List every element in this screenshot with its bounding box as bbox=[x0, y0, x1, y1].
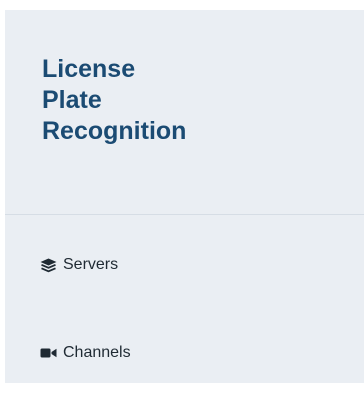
app-title-line-3: Recognition bbox=[42, 117, 187, 145]
sidebar-divider bbox=[5, 214, 364, 215]
sidebar-item-label: Servers bbox=[63, 256, 119, 273]
sidebar: License Plate Recognition Servers Channe… bbox=[5, 10, 364, 383]
video-camera-icon bbox=[39, 344, 57, 362]
app-title-line-1: License bbox=[42, 55, 136, 83]
sidebar-item-label: Channels bbox=[63, 344, 131, 361]
layers-icon bbox=[39, 256, 57, 274]
app-title-line-2: Plate bbox=[42, 86, 102, 114]
app-title: License Plate Recognition bbox=[42, 54, 302, 147]
sidebar-item-servers[interactable]: Servers bbox=[39, 252, 118, 278]
sidebar-item-channels[interactable]: Channels bbox=[39, 340, 131, 366]
